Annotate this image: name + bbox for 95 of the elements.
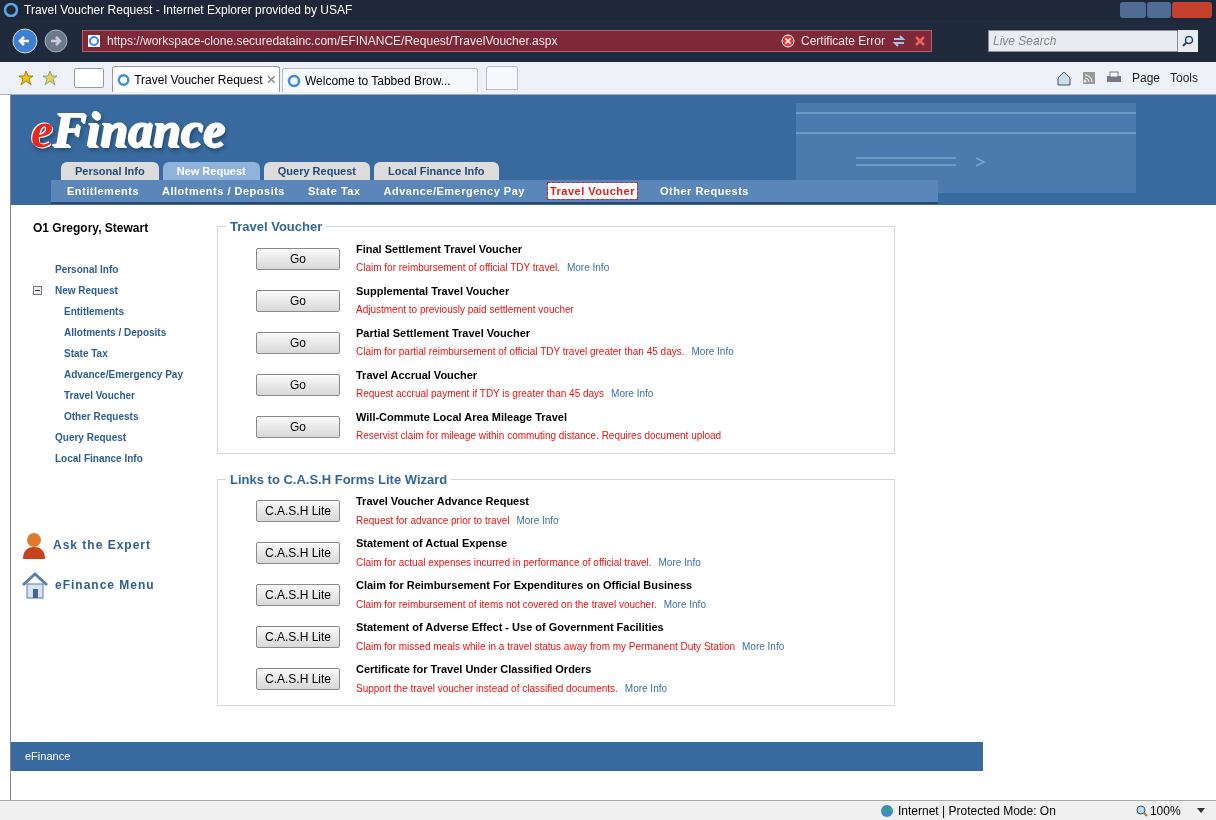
item-title: Statement of Adverse Effect - Use of Government Facilities — [356, 620, 665, 635]
sub-nav-link[interactable]: Allotments / Deposits — [162, 182, 285, 200]
sidebar-link[interactable]: Ask the Expert — [53, 536, 152, 554]
section-title: Travel Voucher — [229, 218, 324, 236]
search-field[interactable]: Live Search — [988, 30, 1178, 52]
more-info-link[interactable]: More Info — [663, 596, 706, 612]
address-field[interactable]: https://workspace-clone.securedatainc.com/EFINANCE/Request/TravelVoucher.aspx Certificate Error — [82, 30, 932, 52]
search-icon[interactable] — [1182, 35, 1194, 47]
action-button[interactable]: C.A.S.H Lite — [256, 584, 340, 606]
more-info-link[interactable]: More Info — [624, 680, 668, 696]
header-tab[interactable]: Local Finance Info — [374, 162, 499, 180]
sidebar-link[interactable]: New Request — [55, 283, 118, 298]
sidebar-link[interactable]: Entitlements — [64, 304, 124, 319]
page-icon — [117, 72, 131, 87]
item-description: Support the travel voucher instead of classified documents. — [356, 681, 618, 696]
item-description: Claim for missed meals while in a travel status away from my Permanent Duty Station — [356, 639, 736, 654]
item-description: Claim for partial reimbursement of official TDY travel greater than 45 days. — [356, 345, 685, 359]
sub-nav-link[interactable]: Other Requests — [660, 182, 749, 200]
forward-icon[interactable] — [44, 29, 68, 53]
page-icon — [87, 34, 101, 48]
action-button[interactable]: C.A.S.H Lite — [256, 668, 340, 690]
home-icon[interactable] — [1055, 70, 1072, 86]
new-tab-button[interactable] — [486, 66, 518, 90]
item-description: Claim for actual expenses incurred in performance of official travel. — [356, 555, 652, 570]
header-tab[interactable]: Query Request — [263, 162, 370, 180]
item-description: Claim for reimbursement of official TDY travel. — [356, 261, 560, 275]
collapse-icon[interactable] — [33, 286, 42, 295]
house-icon — [21, 571, 49, 599]
security-zone: Internet | Protected Mode: On — [898, 802, 1056, 820]
globe-icon — [880, 803, 894, 818]
sidebar-link[interactable]: Allotments / Deposits — [64, 325, 167, 340]
sub-nav-link[interactable]: Advance/Emergency Pay — [383, 182, 525, 200]
browser-tab[interactable]: Travel Voucher Request — [112, 66, 280, 92]
item-description: Adjustment to previously paid settlement voucher — [356, 303, 574, 317]
zoom-button[interactable]: 100% — [1135, 801, 1205, 820]
more-info-link[interactable]: More Info — [742, 638, 785, 654]
stop-icon[interactable] — [913, 34, 927, 48]
efinance-logo: eFinance — [31, 103, 227, 157]
sub-nav-link[interactable]: State Tax — [308, 182, 361, 200]
item-title: Supplemental Travel Voucher — [356, 283, 511, 299]
item-title: Travel Accrual Voucher — [356, 367, 479, 383]
feeds-icon[interactable] — [1081, 71, 1096, 85]
item-title: Claim for Reimbursement For Expenditures on Official Business — [356, 578, 694, 593]
sidebar-link[interactable]: Other Requests — [64, 409, 139, 424]
sub-nav-link[interactable]: Entitlements — [67, 182, 139, 200]
refresh-icon[interactable] — [891, 33, 907, 49]
item-title: Statement of Actual Expense — [356, 536, 509, 551]
more-info-link[interactable]: More Info — [566, 260, 610, 275]
window-title: Travel Voucher Request - Internet Explorer provided by USAF — [24, 2, 353, 19]
footer-text: eFinance — [25, 749, 71, 765]
page-icon — [287, 73, 301, 88]
action-button[interactable]: C.A.S.H Lite — [256, 500, 340, 522]
browser-tab[interactable]: Welcome to Tabbed Brow... — [282, 68, 478, 92]
item-description: Reservist claim for mileage within commuting distance. Requires document upload — [356, 429, 722, 443]
back-icon[interactable] — [12, 28, 38, 54]
sidebar-link[interactable]: Advance/Emergency Pay — [64, 367, 183, 382]
sidebar-link[interactable]: Local Finance Info — [55, 451, 143, 466]
quick-tabs-button[interactable] — [74, 68, 104, 88]
more-info-link[interactable]: More Info — [691, 344, 734, 359]
action-button[interactable]: C.A.S.H Lite — [256, 626, 340, 648]
browser-logo-icon — [4, 3, 18, 17]
item-description: Request accrual payment if TDY is greater than 45 days — [356, 387, 605, 401]
action-button[interactable]: Go — [256, 373, 340, 396]
more-info-link[interactable]: More Info — [516, 512, 559, 528]
item-title: Certificate for Travel Under Classified Orders — [356, 662, 593, 677]
more-info-link[interactable]: More Info — [658, 554, 701, 570]
sidebar-link[interactable]: Personal Info — [55, 262, 119, 277]
item-description: Claim for reimbursement of items not covered on the travel voucher. — [356, 597, 657, 612]
action-button[interactable]: Go — [256, 415, 340, 438]
action-button[interactable]: Go — [256, 331, 340, 354]
item-title: Final Settlement Travel Voucher — [356, 241, 524, 257]
toolbar-menu-button[interactable]: Tools — [1170, 69, 1198, 87]
dropdown-arrow-icon — [1196, 808, 1205, 813]
close-tab-icon[interactable] — [266, 75, 275, 84]
sidebar-link[interactable]: State Tax — [64, 346, 108, 361]
certificate-error-button[interactable]: Certificate Error — [800, 32, 885, 50]
header-tab[interactable]: Personal Info — [61, 162, 159, 180]
item-description: Request for advance prior to travel — [356, 513, 510, 528]
zoom-icon — [1135, 804, 1148, 817]
action-button[interactable]: Go — [256, 289, 340, 312]
item-title: Will-Commute Local Area Mileage Travel — [356, 409, 568, 425]
action-button[interactable]: Go — [256, 247, 340, 270]
sub-nav-link[interactable]: Travel Voucher — [547, 182, 637, 200]
sidebar-link[interactable]: Query Request — [55, 430, 127, 445]
item-title: Partial Settlement Travel Voucher — [356, 325, 532, 341]
add-favorite-icon[interactable] — [42, 70, 58, 86]
user-name: O1 Gregory, Stewart — [33, 220, 150, 237]
item-title: Travel Voucher Advance Request — [356, 494, 530, 509]
favorites-star-icon[interactable] — [18, 70, 34, 86]
section-title: Links to C.A.S.H Forms Lite Wizard — [229, 470, 449, 489]
action-button[interactable]: C.A.S.H Lite — [256, 542, 340, 564]
toolbar-menu-button[interactable]: Page — [1131, 69, 1160, 87]
sidebar-link[interactable]: Travel Voucher — [64, 388, 135, 403]
more-info-link[interactable]: More Info — [611, 386, 654, 401]
sidebar-link[interactable]: eFinance Menu — [55, 576, 155, 594]
